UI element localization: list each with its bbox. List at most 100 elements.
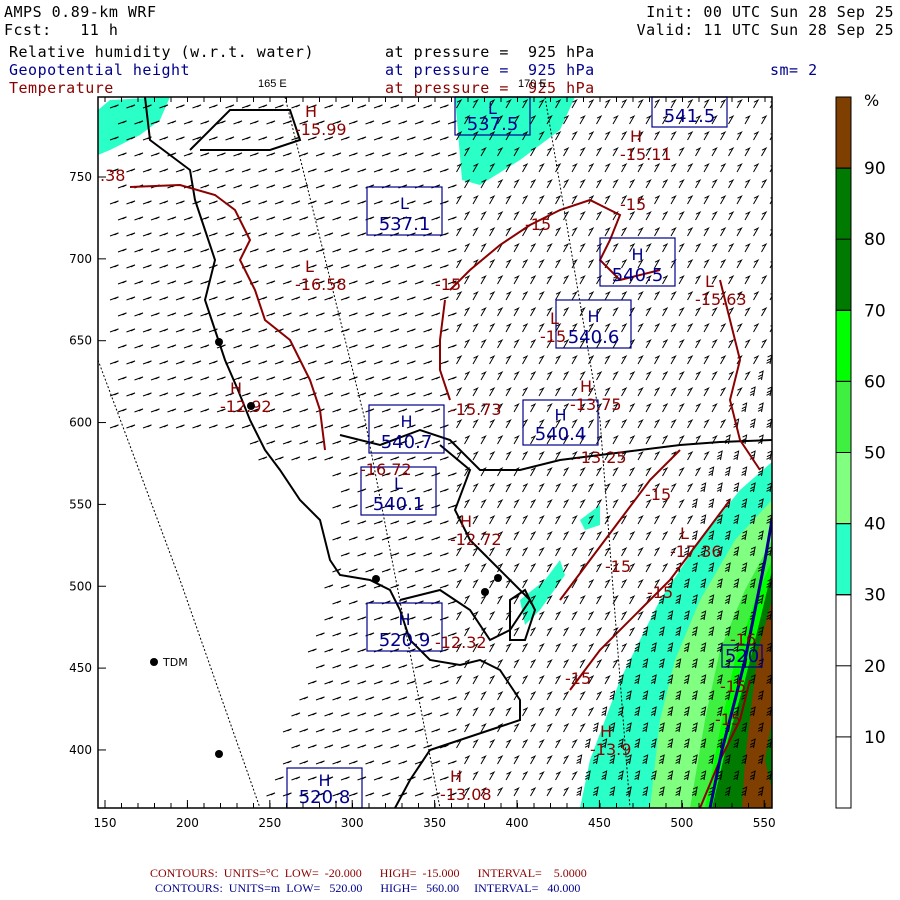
wind-barb xyxy=(208,360,218,365)
x-tick-label: 300 xyxy=(341,816,364,830)
wind-barb xyxy=(348,184,358,189)
wind-barb xyxy=(456,259,463,269)
wind-barb xyxy=(381,280,391,285)
wind-barb xyxy=(274,136,284,141)
wind-barb xyxy=(749,386,756,397)
wind-barb xyxy=(736,99,743,109)
wind-barb xyxy=(159,264,169,269)
wind-barb xyxy=(744,115,751,125)
temp-value: -16 xyxy=(730,630,756,649)
wind-barb xyxy=(670,291,677,301)
wind-barb xyxy=(588,419,595,429)
wind-barb xyxy=(439,552,449,557)
wind-barb xyxy=(447,728,457,733)
wind-barb xyxy=(720,387,727,397)
wind-barb xyxy=(357,200,367,205)
smoothing-label: sm= 2 xyxy=(770,61,818,79)
wind-barb xyxy=(563,595,570,605)
temperature-label: -12.32 xyxy=(435,633,487,652)
wind-barb xyxy=(381,728,391,733)
wind-barb xyxy=(736,163,743,173)
wind-barb xyxy=(489,451,496,461)
temp-value: -16.58 xyxy=(295,275,347,294)
wind-barb xyxy=(390,552,400,557)
wind-barb xyxy=(381,696,391,701)
wind-barb xyxy=(332,696,342,701)
wind-barb xyxy=(431,216,441,221)
wind-barb xyxy=(208,296,218,301)
wind-barb xyxy=(117,312,127,317)
wind-barb xyxy=(282,280,292,285)
wind-barb xyxy=(728,115,735,125)
wind-barb xyxy=(711,179,718,189)
wind-barb xyxy=(695,467,702,477)
wind-barb xyxy=(390,168,400,173)
wind-barb xyxy=(357,360,367,365)
wind-barb xyxy=(431,408,441,413)
wind-barb xyxy=(687,163,694,173)
temperature-label: -15 xyxy=(565,669,591,688)
wind-barb xyxy=(307,328,317,333)
wind-barb xyxy=(546,531,553,541)
rh-30-40-area xyxy=(520,505,600,625)
wind-barb xyxy=(233,184,243,189)
wind-barb xyxy=(522,643,529,653)
wind-barb xyxy=(390,744,400,749)
wind-barb xyxy=(315,184,325,189)
colorbar-label: 60 xyxy=(864,372,886,392)
wind-barb xyxy=(266,248,276,253)
wind-barb xyxy=(357,424,367,429)
station-label-tdm: TDM xyxy=(162,656,188,669)
wind-barb xyxy=(645,115,652,125)
wind-barb xyxy=(175,392,185,397)
wind-barb xyxy=(348,152,358,157)
colorbar-label: 20 xyxy=(864,657,886,677)
height-value: 520.8 xyxy=(299,787,351,808)
wind-barb xyxy=(612,467,619,477)
wind-barb xyxy=(365,760,375,765)
wind-barb xyxy=(315,664,325,669)
station-marker xyxy=(215,338,223,346)
wind-barb xyxy=(340,104,350,109)
temp-hl-marker: H xyxy=(600,722,612,741)
wind-barb xyxy=(183,120,193,125)
wind-barb xyxy=(357,136,367,141)
wind-barb xyxy=(332,760,342,765)
wind-barb xyxy=(216,216,226,221)
wind-barb xyxy=(406,168,416,173)
wind-barb xyxy=(563,147,570,157)
wind-barb xyxy=(381,760,391,765)
x-tick-label: 550 xyxy=(753,816,776,830)
height-value: 537.1 xyxy=(379,214,431,235)
wind-barb xyxy=(315,152,325,157)
wind-barb xyxy=(365,536,375,541)
wind-barb xyxy=(117,280,127,285)
wind-barb xyxy=(555,291,562,301)
wind-barb xyxy=(687,451,694,461)
wind-barb xyxy=(555,515,562,525)
wind-barb xyxy=(381,376,391,381)
temperature-label: L-15.63 xyxy=(695,272,747,309)
wind-barb xyxy=(695,275,702,285)
wind-barb xyxy=(670,227,677,237)
wind-barb xyxy=(423,168,433,173)
wind-barb xyxy=(373,168,383,173)
height-hl-marker: L xyxy=(400,194,409,213)
temp-hl-marker: H xyxy=(305,102,317,121)
wind-barb xyxy=(766,386,772,397)
wind-barb xyxy=(749,418,756,429)
wind-barb xyxy=(456,675,463,685)
wind-barb xyxy=(109,424,119,429)
wind-barb xyxy=(414,728,424,733)
wind-barb xyxy=(678,307,685,317)
wind-barb xyxy=(192,328,202,333)
wind-barb xyxy=(588,643,595,653)
wind-barb xyxy=(398,280,408,285)
wind-barb xyxy=(588,611,595,621)
wind-barb xyxy=(134,216,144,221)
wind-barb xyxy=(555,451,562,461)
wind-barb xyxy=(142,232,152,237)
colorbar-label: 50 xyxy=(864,444,886,464)
wind-barb xyxy=(365,120,375,125)
wind-barb xyxy=(332,504,342,509)
